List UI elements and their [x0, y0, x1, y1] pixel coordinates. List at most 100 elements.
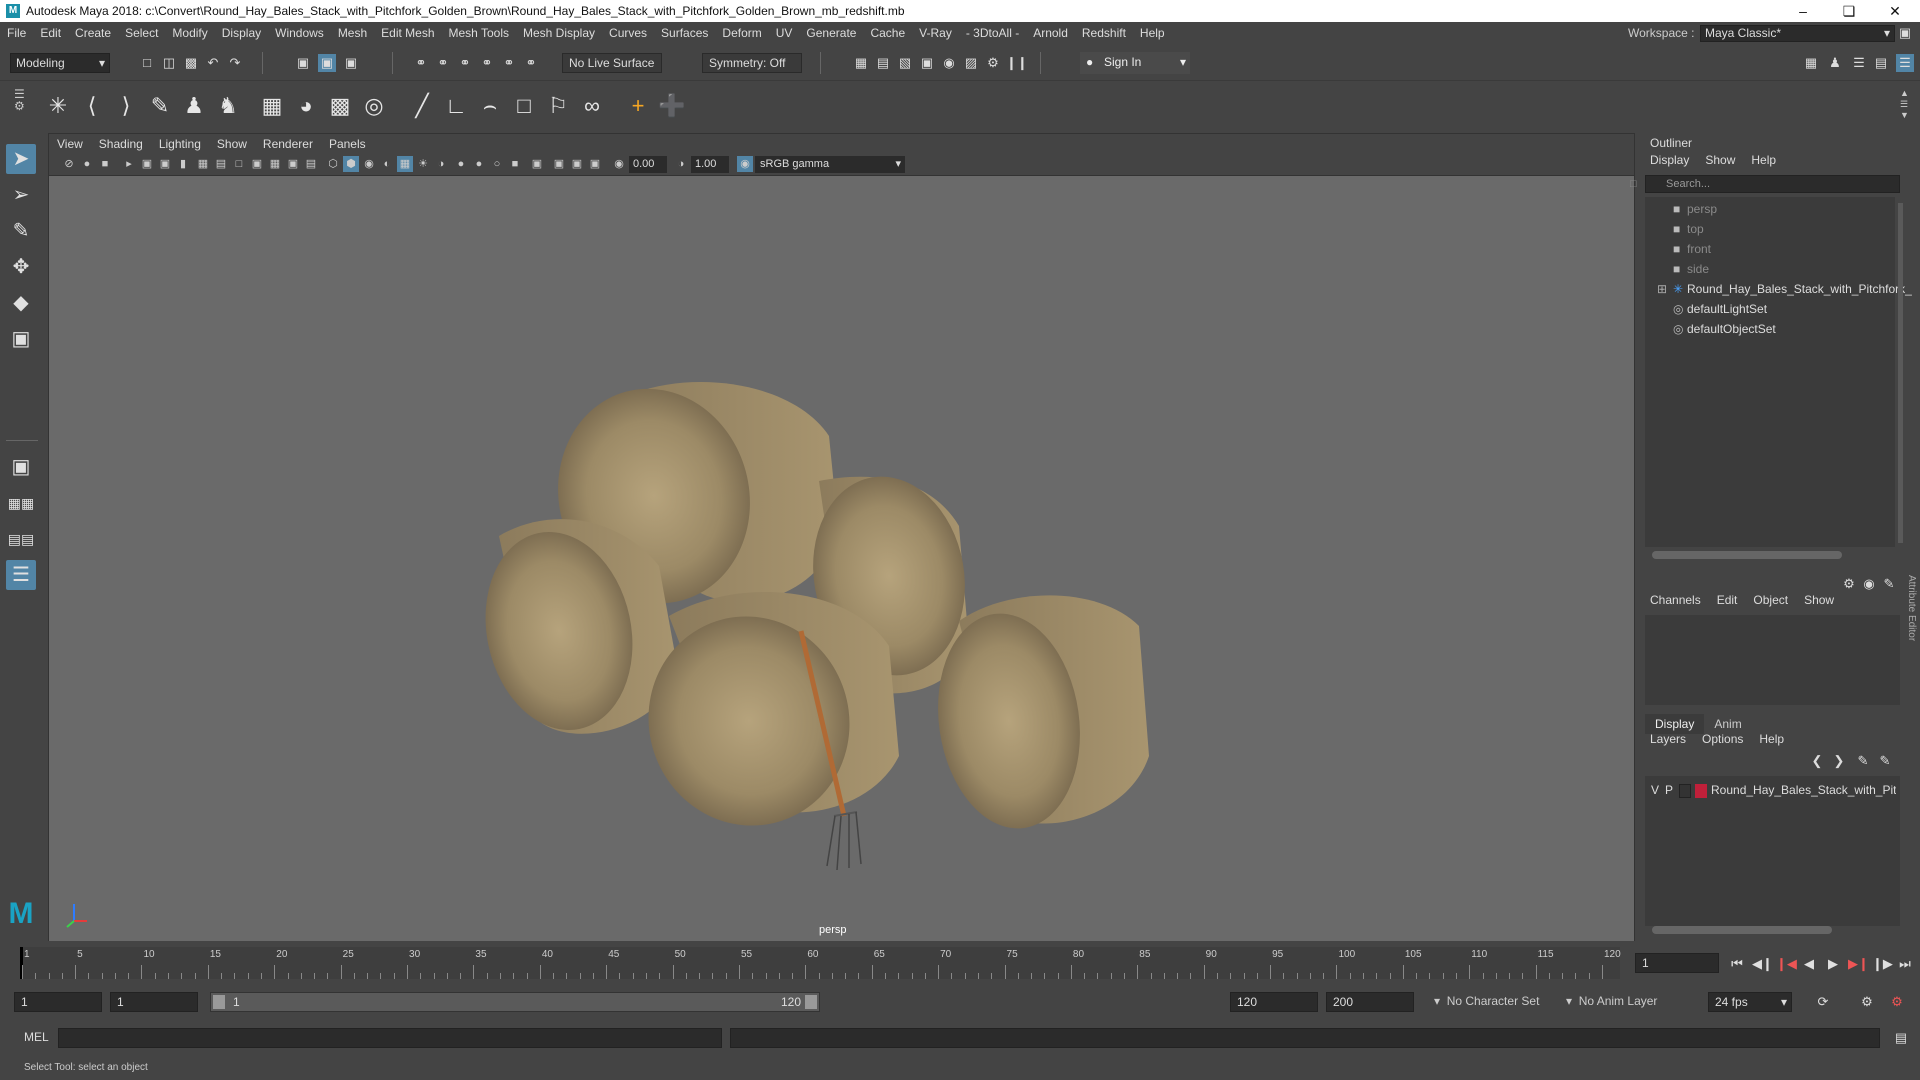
ambient-occlusion-icon[interactable]: ●	[453, 156, 469, 172]
redshift-render-icon[interactable]: ▨	[962, 54, 980, 72]
color-space-dropdown[interactable]: sRGB gamma ▾	[755, 156, 905, 173]
menu-modify[interactable]: Modify	[165, 22, 214, 44]
playback-start-field[interactable]: 1	[110, 992, 198, 1012]
workspace-dropdown[interactable]: Maya Classic* ▾	[1700, 25, 1895, 42]
animation-start-field[interactable]: 1	[14, 992, 102, 1012]
move-tool-icon[interactable]: ✥	[6, 252, 36, 282]
snap-view-icon[interactable]: ⚭	[478, 54, 496, 72]
lock-icon[interactable]: ▣	[1896, 24, 1914, 42]
render-current-icon[interactable]: ▤	[874, 54, 892, 72]
channel-menu-edit[interactable]: Edit	[1709, 593, 1746, 607]
curve-ep-icon[interactable]: ⟨	[78, 92, 106, 120]
layer-reference-toggle[interactable]	[1679, 784, 1691, 798]
save-scene-icon[interactable]: ▩	[182, 54, 200, 72]
redo-icon[interactable]: ↷	[226, 54, 244, 72]
go-to-start-icon[interactable]: ⏮	[1728, 955, 1746, 973]
live-surface-field[interactable]: No Live Surface	[562, 53, 662, 73]
xray-icon[interactable]: ◐	[379, 156, 395, 172]
viewport-menu-panels[interactable]: Panels	[321, 134, 374, 154]
new-layer-icon[interactable]: ✎	[1854, 752, 1872, 770]
menu-create[interactable]: Create	[68, 22, 118, 44]
snap-surface-icon[interactable]: ⚭	[500, 54, 518, 72]
shelf-scroll-icon[interactable]: ▲ ☰ ▼	[1900, 88, 1912, 122]
range-start-handle[interactable]	[213, 995, 225, 1009]
menu-cache[interactable]: Cache	[863, 22, 912, 44]
side-tab-attribute-editor[interactable]: Attribute Editor	[1903, 575, 1920, 695]
snap-grid-icon[interactable]: ⚭	[412, 54, 430, 72]
outliner-menu-help[interactable]: Help	[1743, 153, 1784, 167]
motion-blur-icon[interactable]: ●	[471, 156, 487, 172]
two-pane-icon[interactable]: ▤▤	[6, 524, 36, 554]
layer-hscroll[interactable]	[1652, 926, 1832, 934]
open-scene-icon[interactable]: ◫	[160, 54, 178, 72]
undo-icon[interactable]: ↶	[204, 54, 222, 72]
anim-preferences-icon[interactable]: ⚙	[1888, 993, 1906, 1011]
split-edge-icon[interactable]: ➕	[658, 92, 686, 120]
menu-edit-mesh[interactable]: Edit Mesh	[374, 22, 441, 44]
tab-display[interactable]: Display	[1645, 714, 1705, 734]
textured-icon[interactable]: ▦	[397, 156, 413, 172]
use-lights-icon[interactable]: ☀	[415, 156, 431, 172]
mel-label[interactable]: MEL	[24, 1030, 49, 1044]
four-pane-icon[interactable]: ▦▦	[6, 488, 36, 518]
step-back-key-icon[interactable]: ◀❙	[1752, 955, 1773, 973]
menu-uv[interactable]: UV	[769, 22, 800, 44]
outliner-layout-icon[interactable]: ☰	[6, 560, 36, 590]
step-back-frame-icon[interactable]: ❙◀	[1776, 955, 1797, 973]
gamma-icon[interactable]: ◑	[673, 156, 689, 172]
wireframe-on-shaded-icon[interactable]: ◉	[361, 156, 377, 172]
select-tool-icon[interactable]: ➤	[6, 144, 36, 174]
menu-surfaces[interactable]: Surfaces	[654, 22, 715, 44]
range-end-handle[interactable]	[805, 995, 817, 1009]
attribute-editor-icon[interactable]: ☰	[1850, 54, 1868, 72]
bookmark-icon[interactable]: ■	[97, 156, 113, 172]
bevel-icon[interactable]: ⚐	[544, 92, 572, 120]
exposure-field[interactable]: 0.00	[629, 156, 667, 173]
menu-edit[interactable]: Edit	[33, 22, 68, 44]
menu-v-ray[interactable]: V-Ray	[912, 22, 959, 44]
extrude-icon[interactable]: □	[510, 92, 538, 120]
tab-anim[interactable]: Anim	[1704, 714, 1751, 734]
anti-aliasing-icon[interactable]: ○	[489, 156, 505, 172]
menu-3dtoall[interactable]: - 3DtoAll -	[959, 22, 1026, 44]
viewport-menu-renderer[interactable]: Renderer	[255, 134, 321, 154]
sign-in-button[interactable]: ● Sign In ▾	[1080, 52, 1190, 74]
layer-name[interactable]: Round_Hay_Bales_Stack_with_Pitchf	[1711, 783, 1896, 797]
safe-action-icon[interactable]: ▣	[285, 156, 301, 172]
viewport-menu-shading[interactable]: Shading	[91, 134, 151, 154]
render-view-icon[interactable]: ▦	[852, 54, 870, 72]
rotate-tool-icon[interactable]: ◆	[6, 288, 36, 318]
time-slider[interactable]: 1 5 10 15 20 25 30 35 40 45 50 55 60 65 70 75 80 85 90 95 10…	[20, 947, 1621, 979]
menu-select[interactable]: Select	[118, 22, 165, 44]
move-layer-up-icon[interactable]: ❮	[1808, 752, 1826, 770]
go-to-end-icon[interactable]: ⏭	[1896, 955, 1914, 973]
layer-menu-layers[interactable]: Layers	[1642, 732, 1694, 746]
select-component-icon[interactable]: ▣	[342, 54, 360, 72]
snap-curve-icon[interactable]: ⚭	[434, 54, 452, 72]
hypershade-icon[interactable]: ◉	[940, 54, 958, 72]
maximize-icon[interactable]: ❏	[1826, 0, 1872, 22]
create-poly-icon[interactable]: ▦	[258, 92, 286, 120]
layer-color-swatch[interactable]	[1695, 784, 1707, 798]
outliner-vscroll[interactable]	[1898, 203, 1903, 543]
fps-dropdown[interactable]: 24 fps ▾	[1708, 992, 1792, 1012]
color-management-icon[interactable]: ◉	[737, 156, 753, 172]
exposure-icon[interactable]: ◉	[611, 156, 627, 172]
menu-mesh[interactable]: Mesh	[331, 22, 374, 44]
select-object-icon[interactable]: ▣	[318, 54, 336, 72]
revolve-icon[interactable]: ∟	[442, 92, 470, 120]
menu-deform[interactable]: Deform	[715, 22, 768, 44]
playback-end-field[interactable]: 120	[1230, 992, 1318, 1012]
bezier-icon[interactable]: ⟩	[112, 92, 140, 120]
xray-joints-icon[interactable]: ▣	[551, 156, 567, 172]
safe-title-icon[interactable]: ▤	[303, 156, 319, 172]
snap-point-icon[interactable]: ⚭	[456, 54, 474, 72]
film-gate-icon[interactable]: ▤	[213, 156, 229, 172]
move-layer-down-icon[interactable]: ❯	[1830, 752, 1848, 770]
script-editor-icon[interactable]: ▤	[1892, 1029, 1910, 1047]
wireframe-icon[interactable]: ⬡	[325, 156, 341, 172]
auto-key-icon[interactable]: ⚙	[1858, 993, 1876, 1011]
channel-key-icon[interactable]: ⚙	[1840, 575, 1858, 593]
viewport-menu-lighting[interactable]: Lighting	[151, 134, 209, 154]
range-slider[interactable]: 1 120	[210, 992, 820, 1012]
